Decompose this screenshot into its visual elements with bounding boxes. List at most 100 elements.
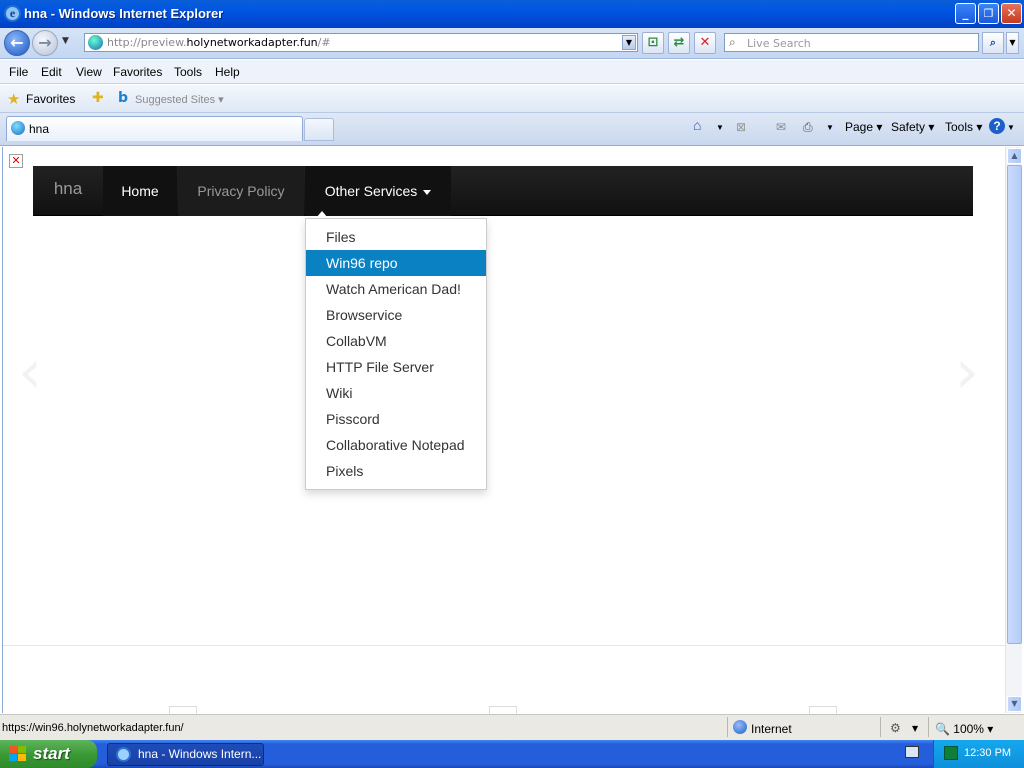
tools-menu-button[interactable]: Tools ▾: [945, 120, 982, 134]
maximize-button[interactable]: ❐: [978, 3, 999, 24]
carousel-prev-arrow[interactable]: ‹: [18, 342, 42, 402]
dropdown-item[interactable]: Browservice: [306, 302, 486, 328]
dropdown-item[interactable]: Win96 repo: [306, 250, 486, 276]
scroll-up-icon[interactable]: ▲: [1007, 148, 1022, 164]
carousel-next-arrow[interactable]: ›: [955, 342, 979, 402]
page-viewport: [2, 147, 1005, 713]
keyboard-layout-icon[interactable]: [905, 746, 919, 758]
menu-tools[interactable]: Tools: [174, 65, 202, 79]
forward-button[interactable]: →: [32, 30, 58, 56]
menu-help[interactable]: Help: [215, 65, 240, 79]
favorites-star-icon[interactable]: ★: [7, 90, 20, 108]
dropdown-item[interactable]: HTTP File Server: [306, 354, 486, 380]
thumbnail-frame: [169, 706, 197, 714]
site-brand[interactable]: hna: [33, 166, 103, 216]
thumbnail-frame: [489, 706, 517, 714]
protected-mode-icon[interactable]: ⚙: [890, 721, 901, 735]
ie-logo-icon: e: [4, 5, 21, 22]
thumbnail-frame: [809, 706, 837, 714]
feeds-icon[interactable]: ⊠: [736, 120, 746, 134]
status-text: https://win96.holynetworkadapter.fun/: [2, 722, 184, 734]
menu-view[interactable]: View: [76, 65, 102, 79]
status-bar: https://win96.holynetworkadapter.fun/ In…: [0, 714, 1024, 740]
url-suffix: /#: [317, 36, 331, 49]
compatibility-view-icon[interactable]: ⊡: [642, 32, 664, 54]
stop-icon[interactable]: ✕: [694, 32, 716, 54]
bing-icon: b: [118, 90, 129, 106]
system-tray: 12:30 PM: [933, 740, 1024, 768]
address-url[interactable]: http://preview.holynetworkadapter.fun/#: [107, 36, 331, 49]
page-globe-icon: [88, 35, 103, 50]
search-placeholder: Live Search: [747, 37, 811, 50]
search-go-icon[interactable]: ⌕: [982, 32, 1004, 54]
network-tray-icon[interactable]: [944, 746, 958, 760]
dropdown-item[interactable]: Wiki: [306, 380, 486, 406]
search-options-dropdown-icon[interactable]: ▼: [1006, 32, 1019, 54]
print-dropdown-icon[interactable]: ▼: [826, 123, 834, 132]
safety-menu-button[interactable]: Safety ▾: [891, 120, 934, 134]
internet-zone-icon: [733, 720, 747, 734]
menu-file[interactable]: File: [9, 65, 28, 79]
back-button[interactable]: ←: [4, 30, 30, 56]
dropdown-item[interactable]: Pixels: [306, 458, 486, 484]
minimize-button[interactable]: _: [955, 3, 976, 24]
nav-other-services-toggle[interactable]: Other Services: [305, 166, 451, 216]
ie-taskbar-icon: [116, 747, 131, 762]
url-prefix: http://preview.: [107, 36, 187, 49]
scroll-down-icon[interactable]: ▼: [1007, 696, 1022, 712]
add-to-favorites-icon[interactable]: ✚: [92, 90, 104, 106]
dropdown-item[interactable]: Files: [306, 224, 486, 250]
recent-pages-dropdown-icon[interactable]: ▼: [62, 36, 69, 46]
search-input[interactable]: ⌕ Live Search: [724, 33, 979, 52]
nav-home-link[interactable]: Home: [103, 166, 177, 216]
zoom-level[interactable]: 🔍 100% ▾: [935, 722, 993, 736]
taskbar-ie-label: hna - Windows Intern...: [138, 747, 262, 761]
clock[interactable]: 12:30 PM: [964, 747, 1011, 759]
nav-privacy-link[interactable]: Privacy Policy: [178, 166, 304, 216]
address-dropdown-icon[interactable]: ▼: [622, 35, 636, 50]
security-zone[interactable]: Internet: [751, 722, 792, 736]
home-icon[interactable]: ⌂: [693, 117, 701, 133]
read-mail-icon[interactable]: ✉: [776, 120, 786, 134]
menu-favorites[interactable]: Favorites: [113, 65, 162, 79]
other-services-dropdown: Files Win96 repo Watch American Dad! Browse…: [305, 218, 487, 490]
favorites-bar: ★ Favorites ✚ b Suggested Sites ▾: [0, 85, 1024, 113]
home-dropdown-icon[interactable]: ▼: [716, 123, 724, 132]
title-bar[interactable]: e hna - Windows Internet Explorer _ ❐ ✕: [0, 0, 1024, 28]
close-button[interactable]: ✕: [1001, 3, 1022, 24]
refresh-icon[interactable]: ⇄: [668, 32, 690, 54]
help-dropdown-icon[interactable]: ▼: [1007, 123, 1015, 132]
window-title: hna - Windows Internet Explorer: [24, 6, 224, 21]
caret-down-icon: [423, 189, 432, 195]
search-provider-icon: ⌕: [729, 35, 736, 49]
page-menu-button[interactable]: Page ▾: [845, 120, 882, 134]
url-domain: holynetworkadapter.fun: [186, 36, 318, 49]
address-field[interactable]: http://preview.holynetworkadapter.fun/# …: [84, 33, 638, 52]
status-separator: [727, 717, 728, 737]
menu-bar: File Edit View Favorites Tools Help: [0, 60, 1024, 84]
broken-image-icon: ✕: [9, 154, 23, 168]
tab-hna[interactable]: hna: [6, 116, 303, 141]
taskbar-ie-window[interactable]: hna - Windows Intern...: [107, 743, 264, 766]
dropdown-item[interactable]: Watch American Dad!: [306, 276, 486, 302]
dropdown-pointer: [316, 211, 328, 218]
favorites-button[interactable]: Favorites: [26, 92, 75, 106]
print-icon[interactable]: ⎙: [803, 120, 813, 135]
windows-logo-icon: [9, 746, 26, 761]
vertical-scrollbar[interactable]: ▲ ▼: [1005, 147, 1022, 713]
new-tab-button[interactable]: [304, 118, 334, 141]
dropdown-item[interactable]: Pisscord: [306, 406, 486, 432]
nav-other-services-label: Other Services: [324, 183, 418, 199]
scroll-thumb[interactable]: [1007, 165, 1022, 644]
status-separator: [880, 717, 881, 737]
suggested-sites-button[interactable]: Suggested Sites ▾: [135, 93, 224, 106]
status-separator: [928, 717, 929, 737]
help-icon[interactable]: ?: [989, 118, 1005, 134]
dropdown-item[interactable]: Collaborative Notepad: [306, 432, 486, 458]
tab-title: hna: [29, 122, 50, 136]
site-navbar: hna Home Privacy Policy Other Services: [33, 166, 973, 216]
protected-mode-dropdown-icon[interactable]: ▼: [912, 724, 918, 733]
dropdown-item[interactable]: CollabVM: [306, 328, 486, 354]
menu-edit[interactable]: Edit: [41, 65, 62, 79]
tab-favicon-icon: [11, 121, 25, 135]
